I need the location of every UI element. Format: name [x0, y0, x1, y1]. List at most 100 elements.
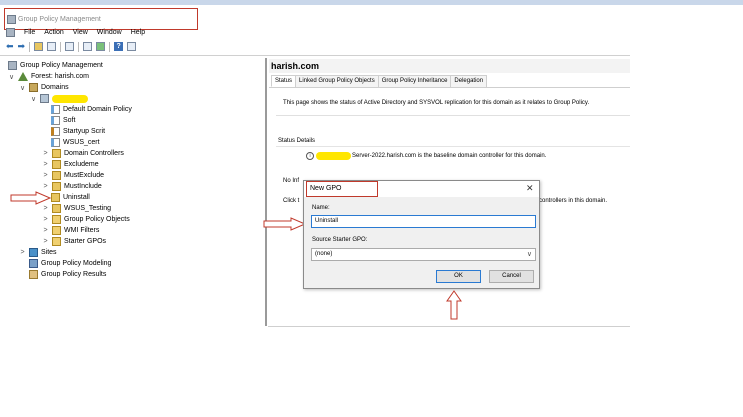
- chevron-right-icon[interactable]: >: [42, 227, 49, 234]
- tree-label: MustInclude: [64, 183, 102, 190]
- sites-icon: [29, 248, 38, 257]
- name-label: Name:: [312, 205, 330, 211]
- chevron-right-icon[interactable]: >: [42, 161, 49, 168]
- ou-icon: [51, 193, 60, 202]
- tree-label: MustExclude: [64, 172, 105, 179]
- annotation-arrow-right-icon: [10, 191, 52, 205]
- description-box: This page shows the status of Active Dir…: [276, 94, 630, 116]
- back-icon[interactable]: ⬅: [6, 42, 14, 51]
- tree-label: Group Policy Management: [20, 62, 103, 69]
- tree-label: Group Policy Results: [41, 271, 107, 278]
- gpo-link-icon: [51, 138, 60, 147]
- chevron-down-icon[interactable]: ∨: [19, 84, 26, 92]
- results-icon: [29, 270, 38, 279]
- chevron-right-icon[interactable]: >: [42, 172, 49, 179]
- ok-button[interactable]: OK: [436, 270, 481, 283]
- console-icon[interactable]: [127, 42, 137, 51]
- tree-item-domain-controllers[interactable]: > Domain Controllers: [42, 148, 124, 159]
- tree-item-wsus-cert[interactable]: WSUS_cert: [51, 137, 100, 148]
- chevron-right-icon[interactable]: >: [42, 205, 49, 212]
- starter-gpo-select[interactable]: (none) ∨: [311, 248, 536, 261]
- tree-item-wsus-testing[interactable]: > WSUS_Testing: [42, 203, 111, 214]
- tree-item-wmi-filters[interactable]: > WMI Filters: [42, 225, 99, 236]
- tree-item-sites[interactable]: > Sites: [19, 247, 57, 258]
- menu-help[interactable]: Help: [131, 29, 145, 36]
- tree-label: Forest: harish.com: [31, 73, 89, 80]
- menu-window[interactable]: Window: [97, 29, 122, 36]
- console-menu-icon[interactable]: [6, 28, 15, 37]
- forward-icon[interactable]: ➡: [18, 42, 26, 51]
- right-pane-header: [269, 59, 630, 73]
- folder-icon: [52, 215, 61, 224]
- cancel-button[interactable]: Cancel: [489, 270, 534, 283]
- tree-item-modeling[interactable]: Group Policy Modeling: [29, 258, 111, 269]
- gpm-app-icon: [7, 15, 16, 24]
- tab-delegation[interactable]: Delegation: [450, 75, 488, 87]
- redacted-server-name: [316, 152, 351, 160]
- properties-icon[interactable]: [65, 42, 75, 51]
- chevron-down-icon[interactable]: ∨: [8, 73, 15, 81]
- export-icon[interactable]: [83, 42, 93, 51]
- new-gpo-dialog: New GPO ✕ Name: Uninstall Source Starter…: [303, 180, 540, 289]
- menu-bar: File Action View Window Help: [6, 28, 145, 37]
- tree-item-domain[interactable]: ∨: [30, 93, 88, 104]
- up-icon[interactable]: [34, 42, 44, 51]
- menu-file[interactable]: File: [24, 29, 35, 36]
- tree-item-results[interactable]: Group Policy Results: [29, 269, 106, 280]
- chevron-right-icon[interactable]: >: [42, 150, 49, 157]
- modeling-icon: [29, 259, 38, 268]
- ou-icon: [52, 149, 61, 158]
- ou-icon: [52, 182, 61, 191]
- toolbar-separator: [60, 41, 62, 52]
- forest-icon: [18, 72, 28, 81]
- status-details-divider: [276, 146, 630, 147]
- toolbar-separator: [78, 41, 80, 52]
- tree-item-forest[interactable]: ∨ Forest: harish.com: [8, 71, 89, 82]
- menu-view[interactable]: View: [73, 29, 88, 36]
- info-icon: i: [306, 152, 314, 160]
- baseline-dc-text: Server-2022.harish.com is the baseline d…: [352, 153, 547, 159]
- help-icon[interactable]: ?: [114, 42, 124, 51]
- close-icon[interactable]: ✕: [526, 183, 534, 194]
- starter-gpo-label: Source Starter GPO:: [312, 237, 368, 243]
- tree-item-root[interactable]: Group Policy Management: [8, 60, 103, 71]
- pane-splitter[interactable]: [265, 58, 267, 326]
- tree-label: Group Policy Modeling: [41, 260, 112, 267]
- status-description: This page shows the status of Active Dir…: [283, 100, 590, 106]
- show-hide-icon[interactable]: [47, 42, 57, 51]
- domains-icon: [29, 83, 38, 92]
- folder-icon: [52, 226, 61, 235]
- folder-icon: [52, 237, 61, 246]
- status-details-label: Status Details: [278, 138, 316, 144]
- refresh-icon[interactable]: [96, 42, 106, 51]
- tree-item-mustexclude[interactable]: > MustExclude: [42, 170, 104, 181]
- tab-linked-gpos[interactable]: Linked Group Policy Objects: [295, 75, 379, 87]
- tree-label: Default Domain Policy: [63, 106, 132, 113]
- gpo-link-icon: [51, 105, 60, 114]
- tree-item-uninstall[interactable]: Uninstall: [51, 192, 90, 203]
- tree-label: WMI Filters: [64, 227, 100, 234]
- gpo-name-input[interactable]: Uninstall: [311, 215, 536, 228]
- toolbar-separator: [29, 41, 31, 52]
- tree-item-default-policy[interactable]: Default Domain Policy: [51, 104, 132, 115]
- chevron-right-icon[interactable]: >: [42, 238, 49, 245]
- right-pane-tabs: Status Linked Group Policy Objects Group…: [271, 75, 488, 87]
- tree-item-excludeme[interactable]: > Excludeme: [42, 159, 99, 170]
- tree-item-soft[interactable]: Soft: [51, 115, 75, 126]
- chevron-right-icon[interactable]: >: [42, 183, 49, 190]
- tree-item-startup[interactable]: Startyup Scrit: [51, 126, 105, 137]
- chevron-right-icon[interactable]: >: [19, 249, 26, 256]
- menu-action[interactable]: Action: [44, 29, 63, 36]
- window-top-strip: [0, 0, 743, 5]
- chevron-down-icon[interactable]: ∨: [30, 95, 37, 103]
- ou-icon: [52, 171, 61, 180]
- tab-inheritance[interactable]: Group Policy Inheritance: [377, 75, 452, 87]
- chevron-right-icon[interactable]: >: [42, 216, 49, 223]
- tree-item-starter-gpos[interactable]: > Starter GPOs: [42, 236, 106, 247]
- info-line-partial: No Inf: [283, 178, 300, 184]
- click-line-suffix: controllers in this domain.: [539, 198, 608, 204]
- tree-label: Excludeme: [64, 161, 99, 168]
- tree-item-domains[interactable]: ∨ Domains: [19, 82, 69, 93]
- tab-status[interactable]: Status: [271, 75, 297, 87]
- tree-item-gpo-objects[interactable]: > Group Policy Objects: [42, 214, 130, 225]
